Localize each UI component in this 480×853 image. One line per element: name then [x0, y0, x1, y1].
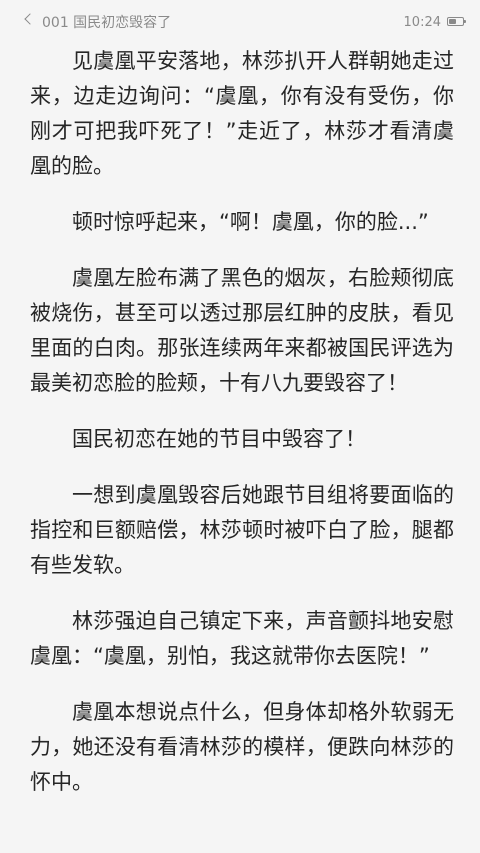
paragraph: 顿时惊呼起来，“啊！虞凰，你的脸...” — [72, 210, 429, 234]
chapter-title[interactable]: 001 国民初恋毁容了 — [42, 14, 171, 32]
paragraph: 虞凰左脸布满了黑色的烟灰，右脸颊彻底被烧伤，甚至可以透过那层红肿的皮肤，看见里面… — [30, 266, 454, 395]
chapter-text[interactable]: 见虞凰平安落地，林莎扒开人群朝她走过来，边走边询问：“虞凰，你有没有受伤，你刚才… — [30, 44, 454, 821]
paragraph: 见虞凰平安落地，林莎扒开人群朝她走过来，边走边询问：“虞凰，你有没有受伤，你刚才… — [30, 49, 454, 178]
paragraph: 虞凰本想说点什么，但身体却格外软弱无力，她还没有看清林莎的模样，便跌向林莎的怀中… — [30, 700, 454, 794]
paragraph: 国民初恋在她的节目中毁容了！ — [72, 427, 366, 451]
reader-header: 001 国民初恋毁容了 10:24 — [0, 0, 480, 44]
back-chevron-icon[interactable] — [24, 13, 36, 25]
battery-icon — [447, 17, 466, 26]
status-time: 10:24 — [403, 15, 441, 30]
paragraph: 一想到虞凰毁容后她跟节目组将要面临的指控和巨额赔偿，林莎顿时被吓白了脸，腿都有些… — [30, 483, 454, 577]
paragraph: 林莎强迫自己镇定下来，声音颤抖地安慰虞凰：“虞凰，别怕，我这就带你去医院！” — [30, 609, 454, 668]
battery-level — [449, 19, 456, 24]
